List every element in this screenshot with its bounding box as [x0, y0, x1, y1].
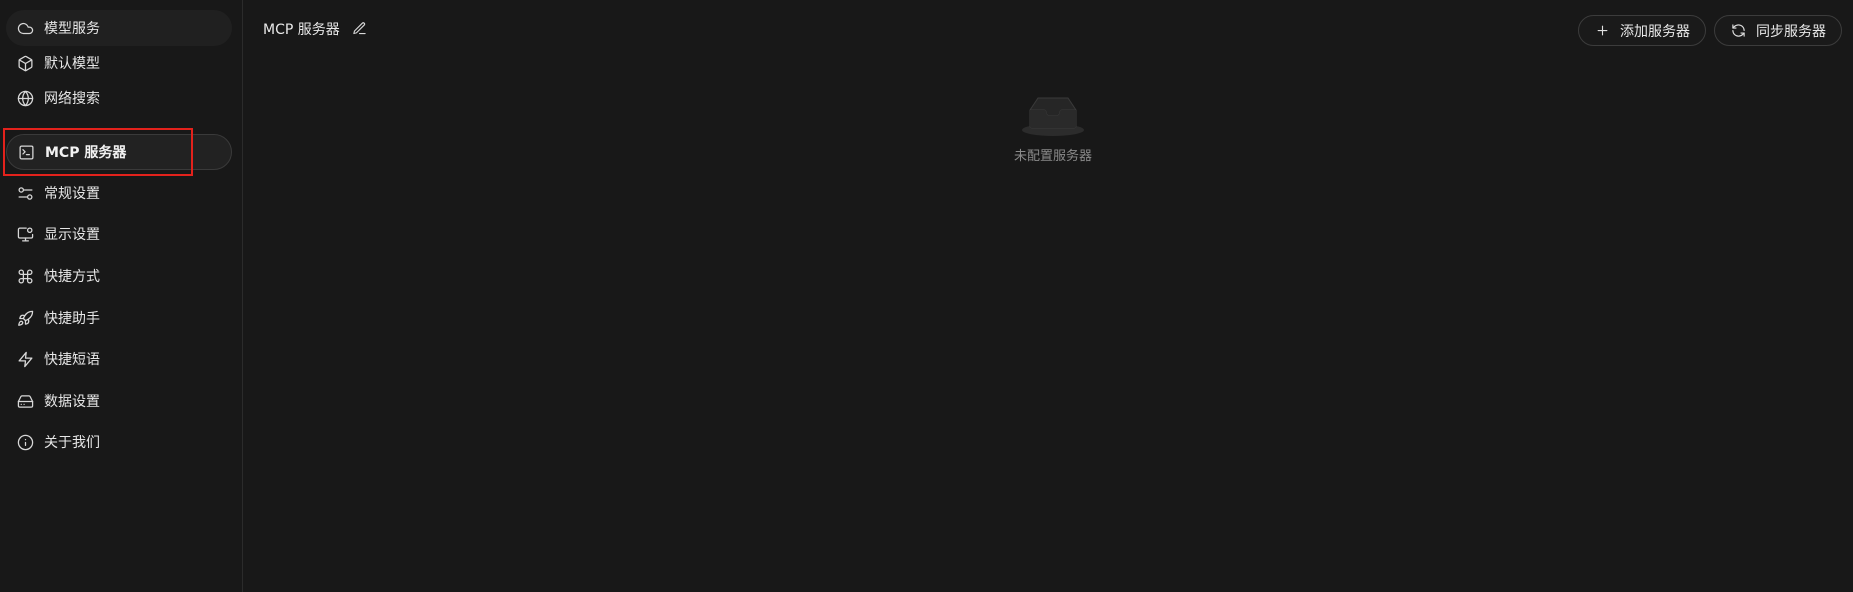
settings-window: 模型服务 默认模型 网络搜索 MCP 服务器 常规设置 显示设置 快捷方式 快捷…: [0, 0, 1853, 592]
sidebar-item-quick-phrases[interactable]: 快捷短语: [6, 341, 232, 377]
sidebar-item-quick-assistant[interactable]: 快捷助手: [6, 300, 232, 336]
sidebar-item-default-model[interactable]: 默认模型: [6, 45, 232, 81]
cube-icon: [16, 54, 34, 72]
sidebar-item-model-service[interactable]: 模型服务: [6, 10, 232, 46]
sidebar-item-data-settings[interactable]: 数据设置: [6, 383, 232, 419]
monitor-settings-icon: [16, 225, 34, 243]
sidebar-item-about[interactable]: 关于我们: [6, 424, 232, 460]
empty-state-text: 未配置服务器: [1013, 149, 1092, 164]
sidebar-item-label: 常规设置: [44, 186, 100, 202]
sliders-icon: [16, 184, 34, 202]
refresh-icon: [1731, 23, 1747, 39]
sidebar-item-label: 关于我们: [44, 435, 100, 451]
sync-servers-label: 同步服务器: [1756, 23, 1826, 40]
sidebar-item-label: 快捷方式: [44, 269, 100, 285]
sidebar-item-label: MCP 服务器: [45, 145, 127, 161]
plus-icon: [1595, 23, 1611, 39]
sidebar-item-display-settings[interactable]: 显示设置: [6, 216, 232, 252]
info-icon: [16, 433, 34, 451]
command-icon: [16, 267, 34, 285]
sidebar-item-mcp-servers[interactable]: MCP 服务器: [6, 134, 232, 170]
sync-servers-button[interactable]: 同步服务器: [1714, 15, 1842, 46]
rocket-icon: [16, 309, 34, 327]
add-server-button[interactable]: 添加服务器: [1578, 15, 1706, 46]
cloud-icon: [16, 19, 34, 37]
globe-icon: [16, 89, 34, 107]
page-title-text: MCP 服务器: [263, 22, 340, 38]
sidebar-item-general-settings[interactable]: 常规设置: [6, 175, 232, 211]
hard-drive-icon: [16, 392, 34, 410]
zap-icon: [16, 350, 34, 368]
sidebar-item-label: 网络搜索: [44, 91, 100, 107]
sidebar-item-web-search[interactable]: 网络搜索: [6, 80, 232, 116]
empty-inbox-icon: [1022, 97, 1084, 136]
add-server-label: 添加服务器: [1620, 23, 1690, 40]
sidebar-item-label: 显示设置: [44, 227, 100, 243]
sidebar-item-label: 数据设置: [44, 394, 100, 410]
settings-sidebar: 模型服务 默认模型 网络搜索 MCP 服务器 常规设置 显示设置 快捷方式 快捷…: [0, 0, 243, 592]
sidebar-item-label: 默认模型: [44, 56, 100, 72]
empty-state: 未配置服务器: [1000, 92, 1106, 164]
sidebar-item-label: 快捷短语: [44, 352, 100, 368]
sidebar-item-shortcuts[interactable]: 快捷方式: [6, 258, 232, 294]
sidebar-item-label: 快捷助手: [44, 311, 100, 327]
terminal-icon: [17, 143, 35, 161]
sidebar-item-label: 模型服务: [44, 21, 100, 37]
edit-icon[interactable]: [352, 21, 368, 37]
page-title: MCP 服务器: [263, 19, 368, 39]
